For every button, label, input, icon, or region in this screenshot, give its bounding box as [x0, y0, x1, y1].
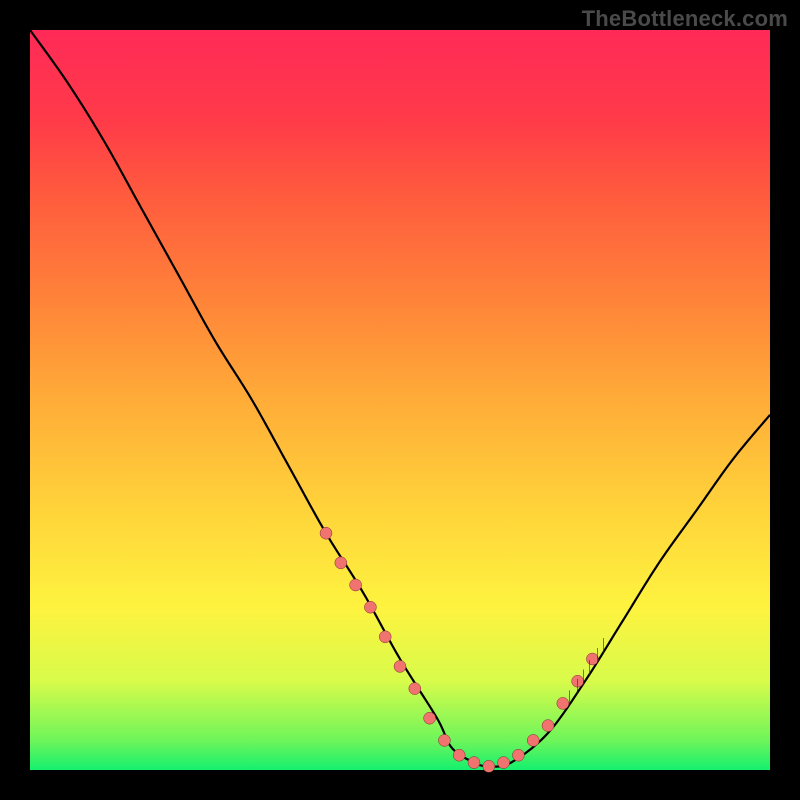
- curve-marker: [379, 631, 391, 643]
- curve-marker: [512, 749, 524, 761]
- curve-marker: [572, 675, 584, 687]
- curve-marker: [586, 653, 598, 665]
- curve-marker: [468, 757, 480, 769]
- bottleneck-curve-path: [30, 30, 770, 767]
- watermark-text: TheBottleneck.com: [582, 6, 788, 32]
- plot-area: [30, 30, 770, 770]
- curve-marker: [557, 697, 569, 709]
- curve-marker: [453, 749, 465, 761]
- curve-marker: [424, 712, 436, 724]
- curve-marker: [498, 757, 510, 769]
- curve-marker: [320, 527, 332, 539]
- chart-frame: TheBottleneck.com: [0, 0, 800, 800]
- curve-marker: [409, 683, 421, 695]
- curve-marker: [394, 660, 406, 672]
- curve-marker: [438, 734, 450, 746]
- curve-marker: [542, 720, 554, 732]
- curve-marker: [483, 760, 495, 772]
- curve-marker: [364, 601, 376, 613]
- curve-svg: [30, 30, 770, 770]
- curve-marker: [527, 734, 539, 746]
- curve-marker: [335, 557, 347, 569]
- curve-marker: [350, 579, 362, 591]
- marker-group: [320, 527, 598, 772]
